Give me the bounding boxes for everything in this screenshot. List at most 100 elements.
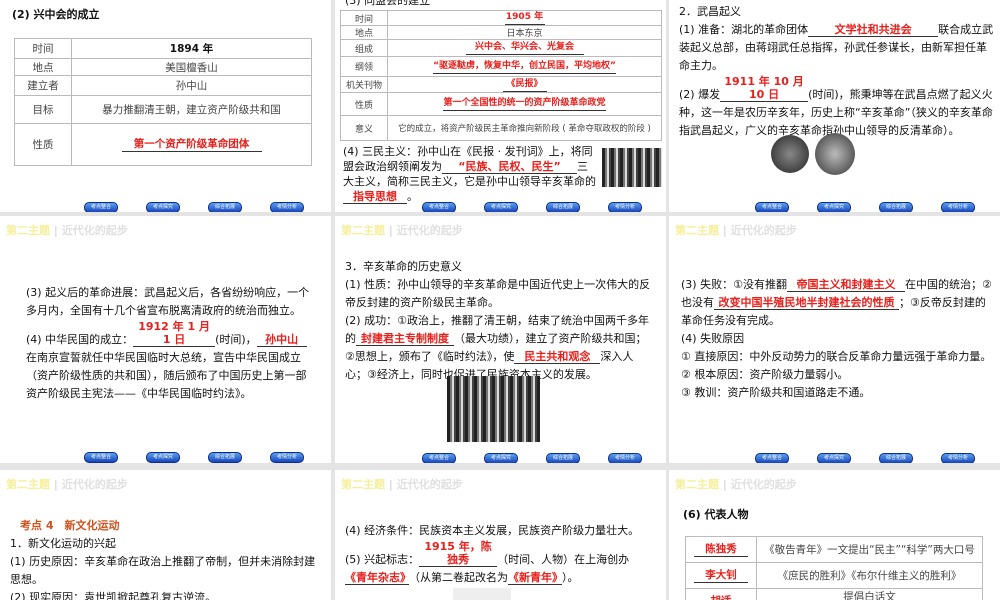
- nav-button[interactable]: 考情分析: [270, 452, 304, 463]
- cell: 暴力推翻清王朝，建立资产阶级共和国: [71, 95, 312, 124]
- slide-header: 第二主题 | 近代化的起步: [6, 478, 128, 491]
- medal-image: [815, 133, 855, 175]
- section-heading: 3．辛亥革命的历史意义: [345, 260, 462, 273]
- figures-table: 陈独秀 《敬告青年》一文提出“民主”“科学”两大口号 李大钊 《庶民的胜利》《布尔什…: [685, 536, 983, 600]
- text: （时间、人物）在上海创办: [497, 553, 630, 566]
- nav-button[interactable]: 综合拓展: [208, 452, 242, 463]
- nav-button[interactable]: 考点整合: [422, 453, 456, 463]
- answer-blank: 封建君主专制制度: [356, 332, 454, 346]
- slide-failure: 第二主题 | 近代化的起步 (3) 失败：①没有推翻 帝国主义和封建主义 在中国的统治；…: [669, 216, 1000, 463]
- slide-header: 第二主题 | 近代化的起步: [675, 478, 797, 491]
- cell: 性质: [340, 92, 388, 116]
- answer-blank: 指导思想: [343, 190, 407, 204]
- nav-button[interactable]: 考点整合: [84, 452, 118, 463]
- cell: 地点: [14, 58, 72, 76]
- slide-tongmenghui: (3) 同盟会的建立 时间 1905 年 地点 日本东京 组成 兴中会、华兴会、光复会…: [335, 0, 666, 212]
- answer-blank: 李大钊: [694, 569, 748, 583]
- nav-button[interactable]: 考点探究: [146, 202, 180, 212]
- nav-button[interactable]: 考点整合: [84, 202, 118, 212]
- text: ① 直接原因：中外反动势力的联合反革命力量远强于革命力量。: [681, 350, 992, 363]
- cell: 目标: [14, 95, 72, 124]
- nav-button[interactable]: 综合拓展: [208, 202, 242, 212]
- nav-button[interactable]: 考点探究: [817, 202, 851, 212]
- rise-paragraph: (4) 经济条件：民族资本主义发展，民族资产阶级力量壮大。 (5) 兴起标志：1…: [345, 522, 660, 587]
- cell: 孙中山: [71, 75, 312, 96]
- nav-button[interactable]: 考点探究: [484, 202, 518, 212]
- text: (3) 起义后的革命进展：武昌起义后，各省纷纷响应，一个多月内，全国有十几个省宣…: [26, 286, 310, 317]
- answer-blank: 《青年杂志》: [345, 571, 411, 585]
- cell: 李大钊: [685, 562, 757, 589]
- nav-button[interactable]: 综合拓展: [546, 453, 580, 463]
- answer-blank: 文学社和共进会: [808, 23, 939, 37]
- answer-blank: 1912 年 1 月 1 日: [133, 320, 216, 347]
- cell: 日本东京: [387, 25, 662, 40]
- text: ② 根本原因：资产阶级力量弱小。: [681, 368, 849, 381]
- slide-figures: 第二主题 | 近代化的起步 (6) 代表人物 陈独秀 《敬告青年》一文提出“民主”“科…: [669, 470, 1000, 600]
- slide-title: 2．武昌起义: [679, 5, 741, 18]
- answer-blank: “民族、民权、民生”: [442, 160, 577, 174]
- text: (1) 性质：孙中山领导的辛亥革命是中国近代史上一次伟大的反帝反封建的资产阶级民…: [345, 278, 651, 309]
- nav-bar: 考点整合 考点探究 综合拓展 考情分析: [84, 452, 304, 463]
- nav-button[interactable]: 考情分析: [608, 453, 642, 463]
- cell: 胡适: [685, 588, 757, 600]
- slide-header: 第二主题 | 近代化的起步: [6, 224, 128, 237]
- answer-blank: “驱逐鞑虏，恢复中华，创立民国，平均地权”: [433, 60, 616, 74]
- cell: 《敬告青年》一文提出“民主”“科学”两大口号: [756, 536, 983, 563]
- text: ③ 教训：资产阶级共和国道路走不通。: [681, 386, 871, 399]
- cell: 时间: [340, 10, 388, 26]
- nav-bar: 考点整合 考点探究 综合拓展 考情分析: [755, 202, 975, 212]
- nav-button[interactable]: 考情分析: [941, 453, 975, 463]
- slide-title: (3) 同盟会的建立: [345, 0, 431, 7]
- cell: 《民报》: [387, 76, 662, 93]
- nav-button[interactable]: 考点整合: [755, 453, 789, 463]
- answer-blank: 陈独秀: [694, 543, 748, 557]
- cell: 性质: [14, 123, 72, 166]
- text: 1．新文化运动的兴起: [10, 537, 116, 550]
- faded-image: [453, 588, 511, 600]
- nav-button[interactable]: 考情分析: [270, 202, 304, 212]
- nav-button[interactable]: 考点整合: [755, 202, 789, 212]
- nav-bar: 考点整合 考点探究 综合拓展 考情分析: [755, 453, 975, 463]
- nav-button[interactable]: 考点探究: [817, 453, 851, 463]
- cell: 陈独秀: [685, 536, 757, 563]
- slide-header: 第二主题 | 近代化的起步: [341, 224, 463, 237]
- cell: 地点: [340, 25, 388, 40]
- nav-button[interactable]: 考情分析: [941, 202, 975, 212]
- answer-blank: 1905 年: [504, 11, 545, 25]
- nav-button[interactable]: 考点探究: [484, 453, 518, 463]
- slide-significance: 第二主题 | 近代化的起步 3．辛亥革命的历史意义 (1) 性质：孙中山领导的辛亥革…: [335, 216, 666, 463]
- answer-blank: 孙中山: [256, 333, 307, 347]
- text: （从第二卷起改名为: [409, 571, 508, 584]
- cell: 美国檀香山: [71, 58, 312, 76]
- nav-button[interactable]: 综合拓展: [879, 202, 913, 212]
- cell: 兴中会、华兴会、光复会: [387, 39, 662, 57]
- xingzhonghui-table: 时间 1894 年 地点 美国檀香山 建立者 孙中山 目标 暴力推翻清王朝，建立资产阶级…: [14, 38, 312, 166]
- nav-button[interactable]: 考点探究: [146, 452, 180, 463]
- text: 。: [407, 190, 418, 203]
- nav-button[interactable]: 综合拓展: [546, 202, 580, 212]
- answer-blank: 胡适: [694, 595, 748, 600]
- slide-new-culture: 第二主题 | 近代化的起步 考点 4 新文化运动 1．新文化运动的兴起 (1) 历史…: [0, 470, 331, 600]
- cell: 纲领: [340, 56, 388, 77]
- answer-blank: 1911 年 10 月 10 日: [720, 75, 809, 102]
- nav-button[interactable]: 考情分析: [608, 202, 642, 212]
- tongmenghui-table: 时间 1905 年 地点 日本东京 组成 兴中会、华兴会、光复会 纲领 “驱逐鞑虏，恢复…: [340, 10, 662, 141]
- historical-photo: [602, 148, 662, 187]
- sanmin-paragraph: (4) 三民主义：孙中山在《民报 · 发刊词》上，将同盟会政治纲领阐发为 “民族、…: [343, 144, 598, 204]
- cell: 1894 年: [71, 38, 312, 59]
- significance-paragraph: 3．辛亥革命的历史意义 (1) 性质：孙中山领导的辛亥革命是中国近代史上一次伟大…: [345, 258, 655, 384]
- text: (5) 兴起标志：: [345, 553, 420, 566]
- slide-header: 第二主题 | 近代化的起步: [341, 478, 463, 491]
- section-heading: 考点 4 新文化运动: [20, 519, 120, 532]
- nav-button[interactable]: 综合拓展: [879, 453, 913, 463]
- nav-button[interactable]: 考点整合: [422, 202, 456, 212]
- cell: 机关刊物: [340, 76, 388, 93]
- answer-blank: 帝国主义和封建主义: [786, 278, 905, 292]
- nav-bar: 考点整合 考点探究 综合拓展 考情分析: [422, 202, 642, 212]
- slide-wuchang: 2．武昌起义 (1) 准备：湖北的革命团体 文学社和共进会 联合成立武装起义总部，由…: [669, 0, 1000, 212]
- slide-title: (2) 兴中会的成立: [12, 8, 100, 21]
- republic-paragraph: (3) 起义后的革命进展：武昌起义后，各省纷纷响应，一个多月内，全国有十几个省宣…: [26, 284, 311, 403]
- cell: 第一个全国性的统一的资产阶级革命政党: [387, 92, 662, 116]
- cell: 建立者: [14, 75, 72, 96]
- text: ）。: [562, 571, 579, 584]
